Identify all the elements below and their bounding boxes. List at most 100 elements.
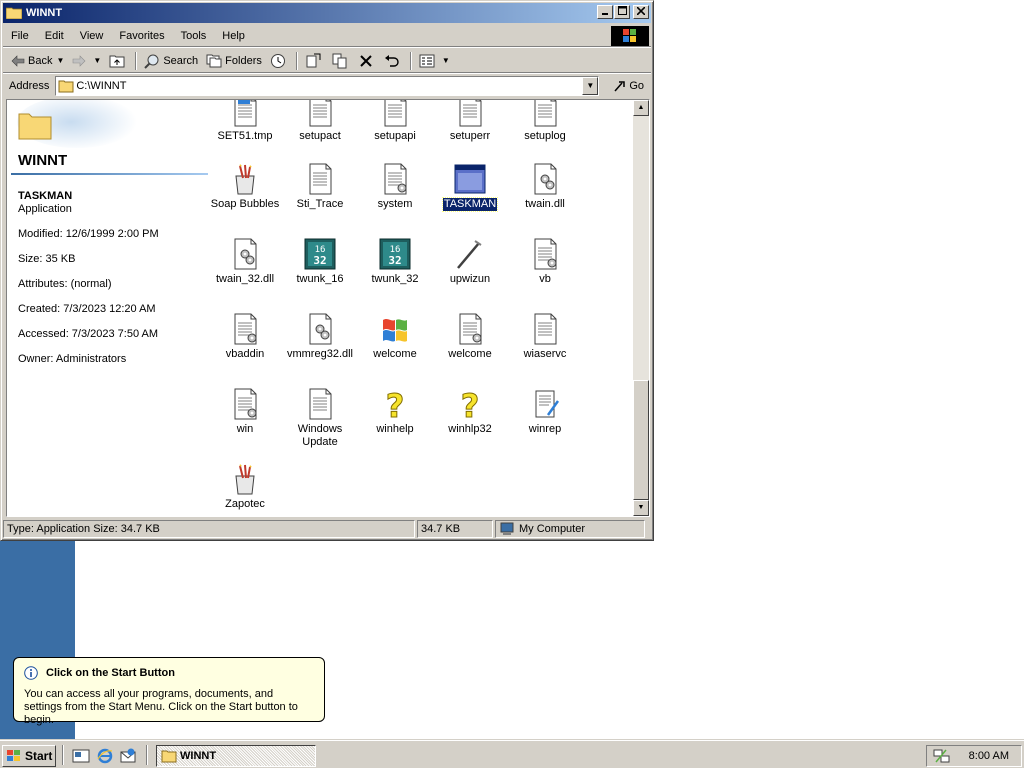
toolbar-separator	[135, 51, 138, 70]
file-item[interactable]: SET51.tmp	[207, 100, 283, 143]
file-item[interactable]: upwizun	[432, 237, 508, 286]
file-label: SET51.tmp	[217, 130, 273, 142]
scroll-up-button[interactable]: ▲	[633, 100, 649, 116]
file-label: setuplog	[524, 130, 566, 142]
file-item[interactable]: win	[207, 387, 283, 436]
file-size: Size: 35 KB	[18, 253, 76, 265]
start-hint-balloon[interactable]: Click on the Start Button You can access…	[13, 657, 325, 726]
views-icon	[419, 54, 435, 67]
taskbar-divider	[146, 745, 148, 765]
panel-divider	[11, 173, 208, 175]
file-label: twain.dll	[525, 198, 565, 210]
file-item[interactable]: ? winhelp	[357, 387, 433, 436]
file-item[interactable]: welcome	[432, 312, 508, 361]
title-bar[interactable]: WINNT	[3, 3, 651, 23]
file-item[interactable]: setupapi	[357, 100, 433, 143]
file-label: win	[236, 423, 254, 435]
chevron-down-icon[interactable]: ▼	[442, 56, 450, 65]
up-folder-button[interactable]	[105, 50, 132, 72]
minimize-button[interactable]	[597, 5, 613, 19]
scroll-thumb[interactable]	[633, 380, 649, 500]
folders-button[interactable]: Folders	[202, 50, 266, 72]
file-item[interactable]: Sti_Trace	[282, 162, 358, 211]
delete-button[interactable]	[355, 50, 380, 72]
show-desktop-icon[interactable]	[72, 747, 90, 765]
menu-help[interactable]: Help	[214, 30, 253, 42]
address-dropdown-button[interactable]: ▼	[582, 77, 599, 95]
file-item[interactable]: system	[357, 162, 433, 211]
my-computer-icon	[500, 522, 514, 535]
file-item[interactable]: Windows Update	[282, 387, 358, 449]
file-item[interactable]: winrep	[507, 387, 583, 436]
file-item[interactable]: TASKMAN	[432, 162, 508, 212]
back-button[interactable]: Back ▼	[7, 50, 68, 72]
forward-button[interactable]: ▼	[68, 50, 105, 72]
back-label: Back	[28, 54, 53, 67]
menu-favorites[interactable]: Favorites	[111, 30, 172, 42]
file-item[interactable]: 16 32 twunk_32	[357, 237, 433, 286]
help-question-icon: ?	[385, 387, 405, 421]
file-item[interactable]: twain.dll	[507, 162, 583, 211]
clock[interactable]: 8:00 AM	[969, 750, 1009, 762]
scroll-down-button[interactable]: ▼	[633, 500, 649, 516]
outlook-express-icon[interactable]	[119, 747, 137, 765]
maximize-button[interactable]	[614, 5, 630, 19]
folder-icon	[161, 750, 177, 763]
config-file-icon	[234, 313, 257, 345]
chevron-down-icon[interactable]: ▼	[56, 56, 64, 65]
move-to-icon	[306, 53, 321, 67]
title-buttons	[596, 5, 649, 19]
file-item[interactable]: Zapotec	[207, 462, 283, 511]
file-item[interactable]: vmmreg32.dll	[282, 312, 358, 361]
copy-to-button[interactable]	[328, 50, 355, 72]
file-item[interactable]: vb	[507, 237, 583, 286]
balloon-title-row: Click on the Start Button	[24, 666, 314, 680]
file-item[interactable]: setuperr	[432, 100, 508, 143]
file-item[interactable]: 16 32 twunk_16	[282, 237, 358, 286]
menu-view[interactable]: View	[72, 30, 112, 42]
file-item[interactable]: Soap Bubbles	[207, 162, 283, 211]
move-to-button[interactable]	[301, 50, 328, 72]
file-item[interactable]: setuplog	[507, 100, 583, 143]
menu-file[interactable]: File	[3, 30, 37, 42]
undo-button[interactable]	[380, 50, 407, 72]
help-question-icon: ?	[460, 387, 480, 421]
delete-x-icon	[360, 54, 372, 67]
file-owner: Owner: Administrators	[18, 353, 127, 365]
file-item[interactable]: wiaservc	[507, 312, 583, 361]
file-label: winrep	[528, 423, 562, 435]
menu-tools[interactable]: Tools	[173, 30, 215, 42]
go-button[interactable]: Go	[613, 79, 644, 93]
windows-flag-icon	[383, 319, 407, 342]
start-button[interactable]: Start	[2, 745, 56, 767]
vertical-scrollbar[interactable]: ▲ ▼	[633, 100, 649, 516]
file-label: setupact	[299, 130, 341, 142]
address-input[interactable]: C:\WINNT ▼	[55, 76, 600, 96]
status-info: Type: Application Size: 34.7 KB	[3, 520, 415, 538]
search-button[interactable]: Search	[140, 50, 202, 72]
system-tray: 8:00 AM	[926, 745, 1022, 767]
zone-label: My Computer	[519, 523, 586, 535]
close-icon	[636, 6, 646, 16]
history-button[interactable]	[266, 50, 293, 72]
chevron-down-icon[interactable]: ▼	[93, 56, 101, 65]
task-label: WINNT	[180, 750, 217, 762]
menu-edit[interactable]: Edit	[37, 30, 72, 42]
file-item[interactable]: twain_32.dll	[207, 237, 283, 286]
taskbar-button-winnt[interactable]: WINNT	[156, 745, 316, 767]
up-folder-icon	[109, 55, 125, 67]
views-button[interactable]: ▼	[415, 50, 454, 72]
internet-explorer-icon[interactable]	[96, 747, 114, 765]
file-item[interactable]: setupact	[282, 100, 358, 143]
close-button[interactable]	[633, 5, 649, 19]
file-label: welcome	[373, 348, 417, 360]
wizard-wand-icon	[457, 240, 482, 269]
file-item[interactable]: ? winhlp32	[432, 387, 508, 436]
file-item[interactable]: welcome	[357, 312, 433, 361]
twunk-16-icon: 1632	[304, 238, 336, 270]
file-label: vbaddin	[225, 348, 265, 360]
config-file-icon	[384, 163, 407, 195]
file-item[interactable]: vbaddin	[207, 312, 283, 361]
network-status-icon[interactable]	[933, 748, 951, 764]
folders-icon	[206, 54, 222, 67]
